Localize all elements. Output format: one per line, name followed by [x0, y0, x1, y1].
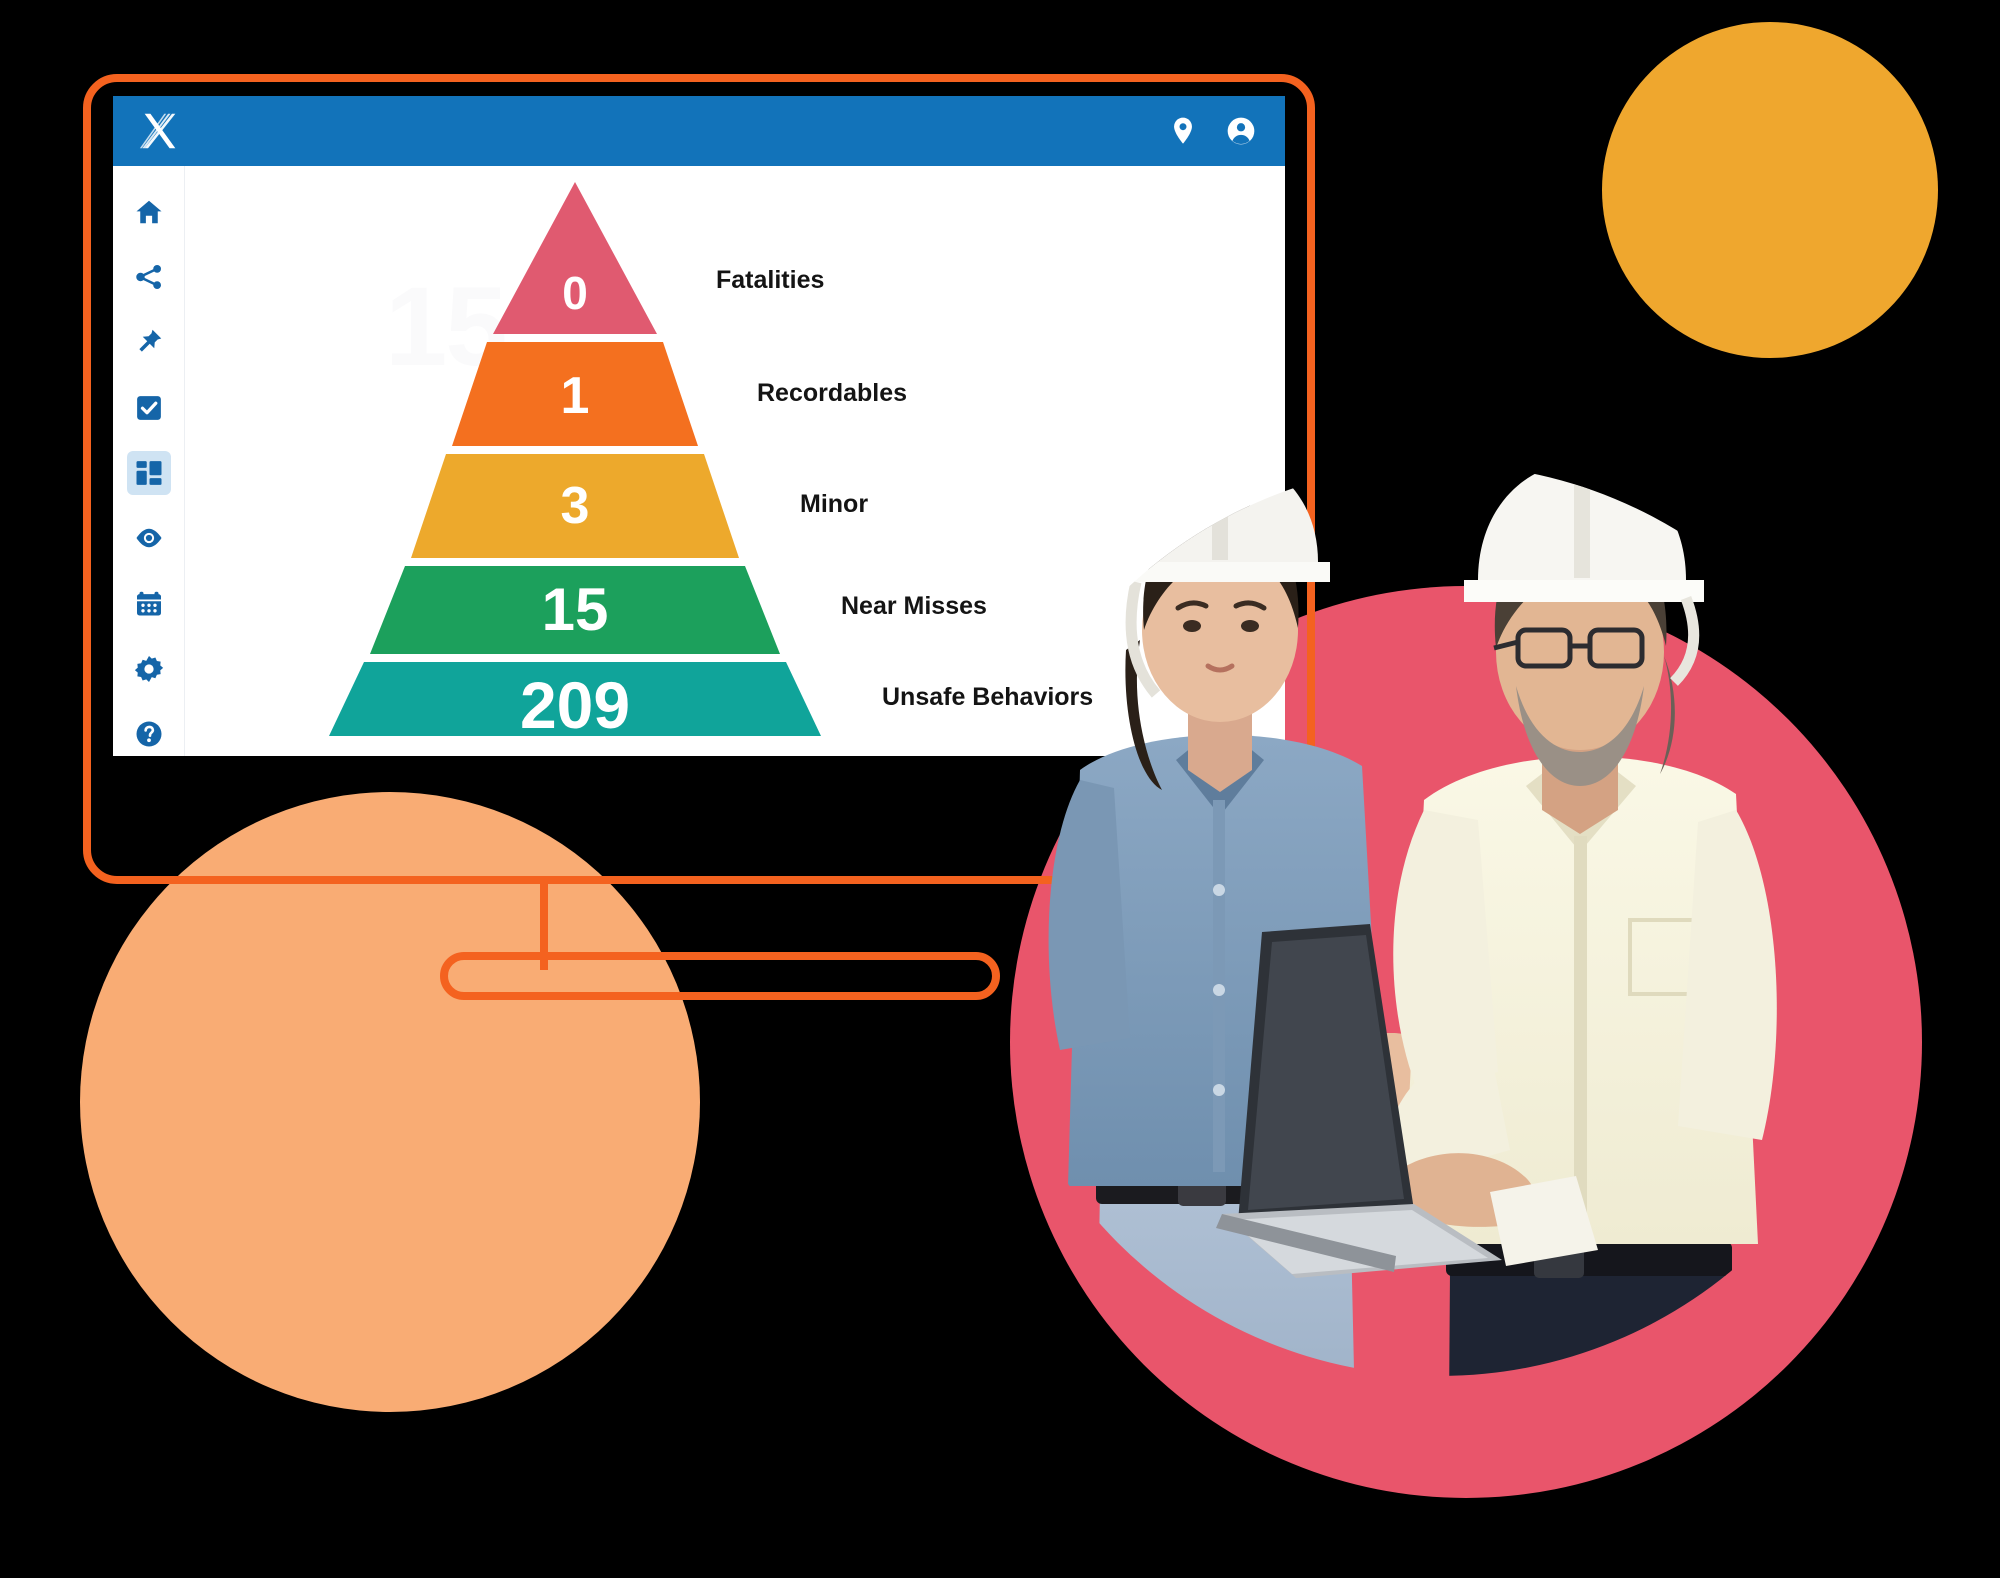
- calendar-icon: [136, 591, 161, 616]
- pyramid-tier-3-label: Near Misses: [841, 592, 987, 620]
- location-pin-icon[interactable]: [1167, 115, 1199, 147]
- user-account-icon[interactable]: [1225, 115, 1257, 147]
- gear-icon: [134, 655, 163, 682]
- decorative-circle-peach: [80, 792, 700, 1412]
- sidebar-item-tasks[interactable]: [127, 386, 171, 429]
- pyramid-tier-1-label: Recordables: [757, 379, 908, 407]
- dashboard-icon: [136, 461, 161, 485]
- sidebar-nav: [113, 166, 185, 756]
- pyramid-tier-0-value: 0: [562, 267, 588, 319]
- sidebar-item-calendar[interactable]: [127, 582, 171, 625]
- x-logo-icon[interactable]: [137, 108, 183, 154]
- pyramid-tier-3-value: 15: [541, 576, 609, 643]
- header-actions: [1167, 115, 1257, 147]
- sidebar-item-share[interactable]: [127, 255, 171, 298]
- pyramid-tier-4-value: 209: [519, 668, 631, 742]
- app-body: 15 0 1 3 15 209 Fatalities Recordables M…: [113, 166, 1285, 756]
- decorative-circle-yellow: [1602, 22, 1938, 358]
- pin-icon: [138, 330, 161, 352]
- sidebar-item-pin[interactable]: [127, 321, 171, 364]
- help-icon: [136, 721, 161, 747]
- sidebar-item-home[interactable]: [127, 190, 171, 233]
- sidebar-item-dashboard[interactable]: [126, 451, 171, 495]
- main-content: 15 0 1 3 15 209 Fatalities Recordables M…: [185, 166, 1285, 756]
- page-root: 15 0 1 3 15 209 Fatalities Recordables M…: [0, 0, 2000, 1578]
- app-window: 15 0 1 3 15 209 Fatalities Recordables M…: [113, 96, 1285, 756]
- pyramid-tier-4-label: Unsafe Behaviors: [882, 683, 1094, 711]
- sidebar-item-settings[interactable]: [127, 647, 171, 690]
- pyramid-tier-2-label: Minor: [800, 490, 869, 518]
- share-icon: [135, 264, 161, 289]
- checkbox-icon: [136, 395, 161, 420]
- eye-icon: [136, 529, 161, 548]
- home-icon: [136, 200, 161, 223]
- pyramid-shapes: [329, 182, 821, 736]
- monitor-stand-base: [440, 952, 1000, 1000]
- sidebar-item-help[interactable]: [127, 713, 171, 756]
- app-header: [113, 96, 1285, 166]
- safety-pyramid-chart: 0 1 3 15 209 Fatalities Recordables Mino…: [305, 174, 1165, 744]
- pyramid-tier-2-value: 3: [560, 477, 590, 535]
- pyramid-tier-0-label: Fatalities: [716, 266, 825, 294]
- sidebar-item-observations[interactable]: [127, 517, 171, 560]
- pyramid-tier-1-value: 1: [560, 367, 590, 425]
